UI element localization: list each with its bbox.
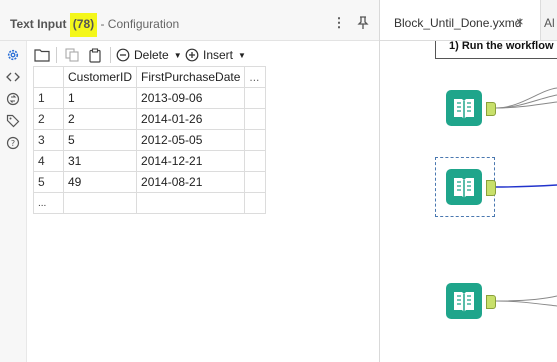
table-row: 3 5 2012-05-05	[33, 129, 267, 151]
grid-cell[interactable]: 2	[62, 108, 138, 130]
delete-label: Delete	[134, 48, 169, 62]
clipboard-icon	[89, 47, 101, 63]
delete-button[interactable]: Delete ▼	[116, 44, 182, 66]
panel-title: Text Input (78) - Configuration	[10, 13, 180, 37]
open-folder-button[interactable]	[34, 44, 50, 66]
grid-cell[interactable]	[136, 192, 246, 214]
book-icon[interactable]	[446, 169, 482, 205]
table-row: 5 49 2014-08-21	[33, 171, 267, 193]
grid-cell[interactable]: 2014-08-21	[136, 171, 246, 193]
row-number-header	[33, 66, 64, 88]
grid-cell[interactable]: 2013-09-06	[136, 87, 246, 109]
copy-button[interactable]	[65, 44, 79, 66]
row-number[interactable]: 4	[33, 150, 64, 172]
grid-cell[interactable]	[244, 192, 267, 214]
chevron-down-icon: ▼	[173, 50, 182, 60]
tag-icon[interactable]	[6, 114, 20, 128]
table-row: 1 1 2013-09-06	[33, 87, 267, 109]
grid-cell[interactable]: 2014-01-26	[136, 108, 246, 130]
grid-cell[interactable]: 1	[62, 87, 138, 109]
grid-cell[interactable]: 5	[62, 129, 138, 151]
row-number[interactable]: 2	[33, 108, 64, 130]
code-icon[interactable]	[6, 70, 20, 84]
data-grid: CustomerID FirstPurchaseDate ... 1 1 201…	[33, 66, 267, 214]
folder-icon	[34, 49, 50, 62]
output-anchor[interactable]	[486, 180, 496, 196]
gear-icon[interactable]	[6, 48, 20, 62]
grid-cell[interactable]	[62, 192, 138, 214]
minus-circle-icon	[116, 48, 130, 62]
column-header-firstpurchasedate[interactable]: FirstPurchaseDate	[136, 66, 246, 88]
table-row: 2 2 2014-01-26	[33, 108, 267, 130]
row-number[interactable]: 3	[33, 129, 64, 151]
panel-title-tool: Text Input	[10, 17, 67, 31]
help-icon[interactable]: ?	[6, 136, 20, 150]
copy-icon	[65, 48, 79, 62]
toolbar-divider	[110, 47, 111, 63]
insert-button[interactable]: Insert ▼	[185, 44, 246, 66]
grid-cell[interactable]	[244, 129, 267, 151]
insert-label: Insert	[203, 48, 234, 62]
grid-cell[interactable]: 2012-05-05	[136, 129, 246, 151]
side-icon-strip: ?	[0, 41, 27, 362]
paste-button[interactable]	[88, 44, 102, 66]
column-header-customerid[interactable]: CustomerID	[62, 66, 138, 88]
output-anchor[interactable]	[486, 295, 496, 309]
toolbar-divider	[56, 47, 57, 63]
table-row: 4 31 2014-12-21	[33, 150, 267, 172]
chevron-down-icon: ▼	[238, 50, 246, 60]
grid-cell[interactable]: 49	[62, 171, 138, 193]
row-number[interactable]: 5	[33, 171, 64, 193]
output-anchor[interactable]	[486, 102, 496, 116]
grid-cell[interactable]: 31	[62, 150, 138, 172]
pin-icon[interactable]	[356, 16, 370, 30]
grid-header-row: CustomerID FirstPurchaseDate ...	[33, 66, 267, 88]
panel-title-suffix: - Configuration	[100, 17, 180, 31]
plus-circle-icon	[185, 48, 199, 62]
more-menu-icon[interactable]: ⋮	[332, 16, 346, 30]
grid-cell[interactable]	[244, 150, 267, 172]
swap-icon[interactable]	[6, 92, 20, 106]
column-header-add[interactable]: ...	[244, 66, 267, 88]
panel-header: Text Input (78) - Configuration ⋮	[0, 0, 379, 41]
grid-cell[interactable]	[244, 171, 267, 193]
grid-cell[interactable]: 2014-12-21	[136, 150, 246, 172]
configuration-panel: Text Input (78) - Configuration ⋮ ? Dele…	[0, 0, 380, 362]
grid-cell[interactable]	[244, 87, 267, 109]
book-icon[interactable]	[446, 90, 482, 126]
svg-text:?: ?	[11, 139, 15, 148]
panel-title-tool-id: (78)	[69, 13, 98, 37]
row-number[interactable]: 1	[33, 87, 64, 109]
new-row-marker[interactable]: ...	[33, 192, 64, 214]
grid-toolbar: Delete ▼ Insert ▼	[30, 44, 375, 66]
new-row: ...	[33, 192, 267, 214]
grid-cell[interactable]	[244, 108, 267, 130]
workflow-canvas[interactable]: Block_Until_Done.yxmd × Al 1) Run the wo…	[380, 0, 557, 362]
book-icon[interactable]	[446, 283, 482, 319]
